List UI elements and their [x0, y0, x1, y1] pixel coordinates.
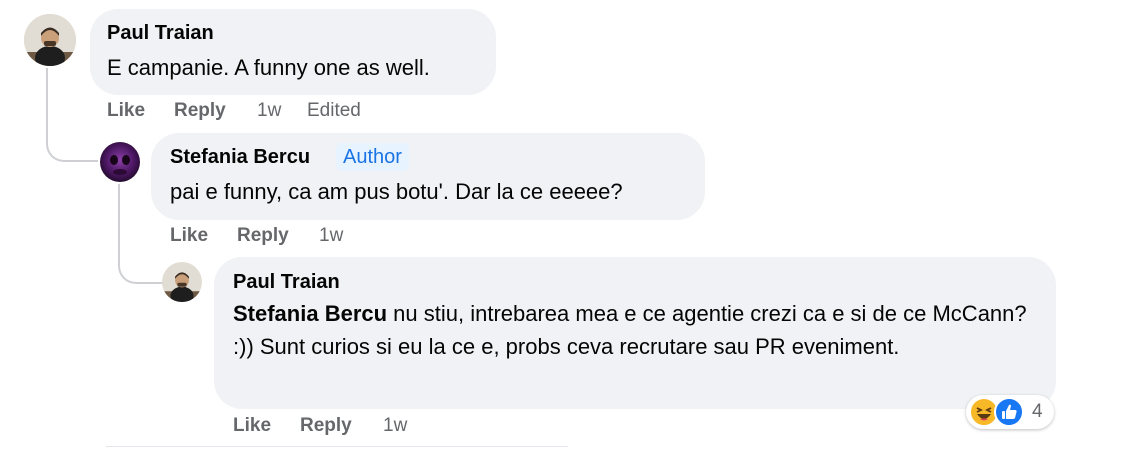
comment-author-name[interactable]: Paul Traian — [107, 22, 214, 45]
edited-label[interactable]: Edited — [307, 100, 361, 122]
author-badge: Author — [336, 143, 409, 171]
comment-text: pai e funny, ca am pus botu'. Dar la ce … — [170, 179, 623, 204]
reply-button[interactable]: Reply — [300, 415, 352, 437]
timestamp[interactable]: 1w — [319, 225, 343, 247]
avatar-photo-icon — [162, 262, 202, 302]
mention-link[interactable]: Stefania Bercu — [233, 301, 387, 326]
comment-text: Stefania Bercu nu stiu, intrebarea mea e… — [233, 297, 1045, 363]
comment-text: E campanie. A funny one as well. — [107, 55, 430, 80]
avatar[interactable] — [100, 142, 140, 182]
like-button[interactable]: Like — [170, 225, 208, 247]
thread-line-level1 — [46, 68, 98, 162]
timestamp[interactable]: 1w — [257, 100, 281, 122]
avatar-photo-icon — [100, 142, 140, 182]
like-button[interactable]: Like — [233, 415, 271, 437]
avatar-photo-icon — [24, 14, 76, 66]
comment-author-name[interactable]: Paul Traian — [233, 271, 340, 294]
avatar[interactable] — [24, 14, 76, 66]
reply-button[interactable]: Reply — [237, 225, 289, 247]
like-icon — [994, 397, 1024, 427]
divider — [106, 446, 568, 447]
timestamp[interactable]: 1w — [383, 415, 407, 437]
reply-button[interactable]: Reply — [174, 100, 226, 122]
like-button[interactable]: Like — [107, 100, 145, 122]
avatar[interactable] — [162, 262, 202, 302]
comment-author-name[interactable]: Stefania Bercu — [170, 146, 310, 169]
reaction-count: 4 — [1032, 401, 1043, 422]
reaction-summary[interactable]: 4 — [966, 395, 1054, 429]
